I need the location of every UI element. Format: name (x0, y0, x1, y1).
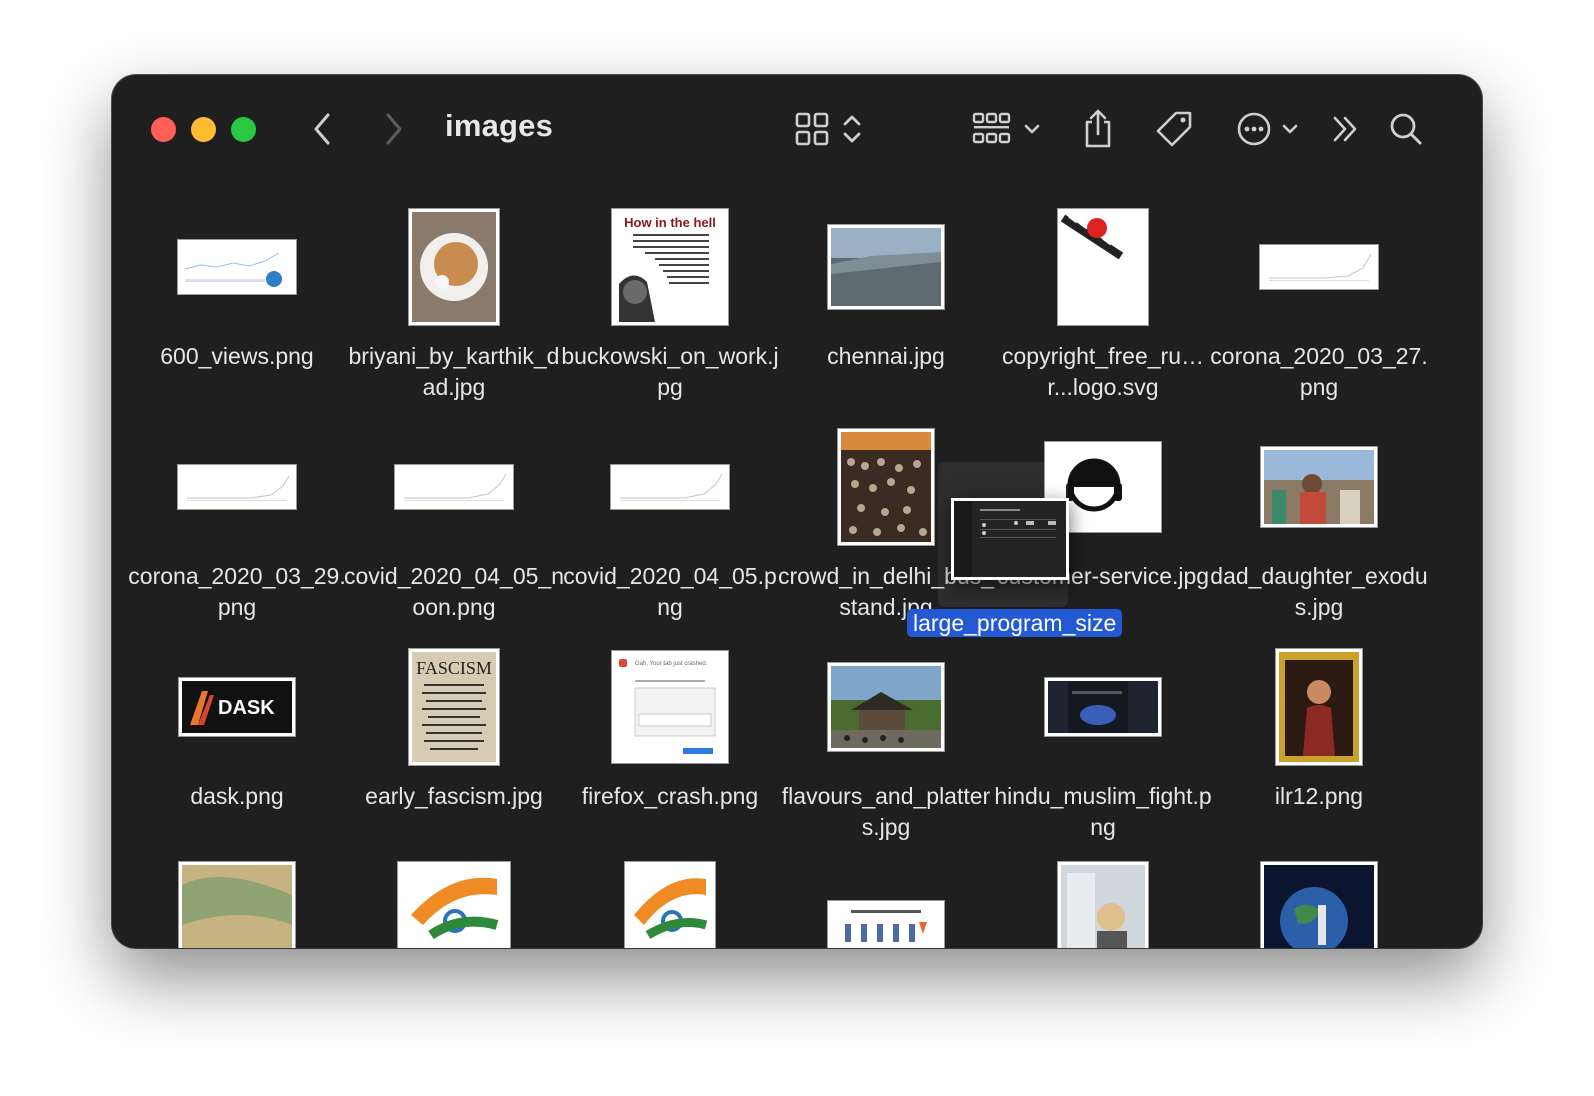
chevron-left-icon (314, 113, 330, 145)
file-thumbnail (1261, 447, 1377, 527)
chevron-right-icon (386, 113, 402, 145)
file-item[interactable]: 600_views.png (127, 185, 347, 405)
file-name: flavours_and_platters.jpg (781, 783, 991, 840)
file-name: corona_2020_03_29.png (128, 563, 346, 620)
file-thumbnail (1276, 649, 1362, 765)
file-thumbnail (395, 465, 513, 509)
file-thumbnail (1058, 209, 1148, 325)
file-item[interactable]: How in the hell buckowski_on_work.jpg (560, 185, 780, 405)
close-button[interactable] (151, 117, 176, 142)
thumbnail-title: Gah. Your tab just crashed. (635, 661, 708, 667)
back-button[interactable] (302, 105, 342, 153)
file-item[interactable]: DASK dask.png (127, 625, 347, 845)
file-name: dask.png (190, 783, 284, 809)
dragged-file-name-text: large_program_size (907, 609, 1123, 637)
chevron-down-icon (1024, 124, 1040, 134)
tag-icon (1156, 111, 1192, 147)
thumbnail-title: FASCISM (416, 658, 492, 678)
file-item[interactable]: corona_2020_03_29.png (127, 405, 347, 625)
tag-button[interactable] (1152, 105, 1196, 153)
file-thumbnail (178, 240, 296, 294)
file-item[interactable] (344, 845, 564, 948)
file-thumbnail (838, 429, 934, 545)
zoom-button[interactable] (231, 117, 256, 142)
group-by-button[interactable] (970, 105, 1044, 153)
file-thumbnail (1261, 862, 1377, 948)
file-name: covid_2020_04_05_noon.png (344, 563, 564, 620)
file-thumbnail (179, 862, 295, 948)
file-name: hindu_muslim_fight.png (994, 783, 1212, 840)
file-thumbnail (828, 663, 944, 751)
chevron-down-icon (1282, 124, 1298, 134)
file-thumbnail (625, 862, 715, 948)
file-thumbnail: DASK (179, 678, 295, 736)
thumbnail-title: DASK (218, 697, 275, 719)
file-name: chennai.jpg (827, 343, 945, 369)
search-icon (1390, 113, 1422, 145)
double-chevron-icon (1333, 116, 1357, 142)
grid-view-icon (795, 112, 829, 146)
file-name: early_fascism.jpg (365, 783, 543, 809)
file-thumbnail (828, 901, 944, 948)
dragged-file-thumbnail[interactable] (951, 498, 1069, 580)
file-item[interactable]: Gah. Your tab just crashed. firefox_cras… (560, 625, 780, 845)
file-thumbnail: FASCISM (409, 649, 499, 765)
file-name: buckowski_on_work.jpg (561, 343, 779, 400)
file-item[interactable]: corona_2020_03_27.png (1209, 185, 1429, 405)
file-item[interactable]: covid_2020_04_05_noon.png (344, 405, 564, 625)
toolbar: images (112, 75, 1482, 185)
file-name: briyani_by_karthik_dad.jpg (348, 343, 560, 400)
view-mode-button[interactable] (790, 105, 870, 153)
toolbar-overflow-button[interactable] (1328, 105, 1364, 153)
file-item[interactable]: copyright_free_ru…r...logo.svg (993, 185, 1213, 405)
file-thumbnail: How in the hell (612, 209, 728, 325)
file-item[interactable]: hindu_muslim_fight.png (993, 625, 1213, 845)
file-name: covid_2020_04_05.png (563, 563, 777, 620)
file-item[interactable] (127, 845, 347, 948)
file-name: dad_daughter_exodus.jpg (1210, 563, 1428, 620)
file-item[interactable] (1209, 845, 1429, 948)
forward-button[interactable] (374, 105, 414, 153)
file-item[interactable]: ilr12.png (1209, 625, 1429, 845)
file-thumbnail (611, 465, 729, 509)
share-icon (1085, 109, 1111, 148)
file-name: 600_views.png (160, 343, 314, 369)
thumbnail-title: How in the hell (624, 215, 716, 230)
file-item[interactable]: chennai.jpg (776, 185, 996, 405)
file-item[interactable]: covid_2020_04_05.png (560, 405, 780, 625)
group-by-icon (972, 112, 1011, 144)
window-title: images (445, 108, 554, 143)
file-item[interactable]: dad_daughter_exodus.jpg (1209, 405, 1429, 625)
search-button[interactable] (1386, 105, 1426, 153)
chevron-updown-icon (843, 115, 861, 143)
file-thumbnail (1045, 678, 1161, 736)
file-thumbnail (828, 225, 944, 309)
file-thumbnail (1058, 862, 1148, 948)
file-item[interactable] (560, 845, 780, 948)
file-thumbnail (178, 465, 296, 509)
file-thumbnail (1260, 245, 1378, 289)
file-item[interactable]: briyani_by_karthik_dad.jpg (344, 185, 564, 405)
file-item[interactable]: flavours_and_platters.jpg (776, 625, 996, 845)
file-item[interactable] (776, 845, 996, 948)
file-name: ilr12.png (1274, 783, 1364, 809)
ellipsis-circle-icon (1237, 112, 1271, 146)
file-thumbnail (409, 209, 499, 325)
minimize-button[interactable] (191, 117, 216, 142)
file-grid: 600_views.png briyani_by_karthik_dad.jpg… (112, 185, 1482, 948)
file-thumbnail: Gah. Your tab just crashed. (612, 651, 728, 763)
file-thumbnail (398, 862, 510, 948)
file-item[interactable] (993, 845, 1213, 948)
file-name: copyright_free_ru…r...logo.svg (1002, 343, 1204, 400)
file-name: firefox_crash.png (581, 783, 759, 809)
share-button[interactable] (1078, 105, 1118, 153)
dragged-file-name: large_program_size (907, 608, 1123, 639)
more-actions-button[interactable] (1234, 105, 1302, 153)
finder-window: images 600_views.png briyani_by_karthik_… (112, 75, 1482, 948)
file-item[interactable]: FASCISM early_fascism.jpg (344, 625, 564, 845)
file-name: corona_2020_03_27.png (1210, 343, 1428, 400)
